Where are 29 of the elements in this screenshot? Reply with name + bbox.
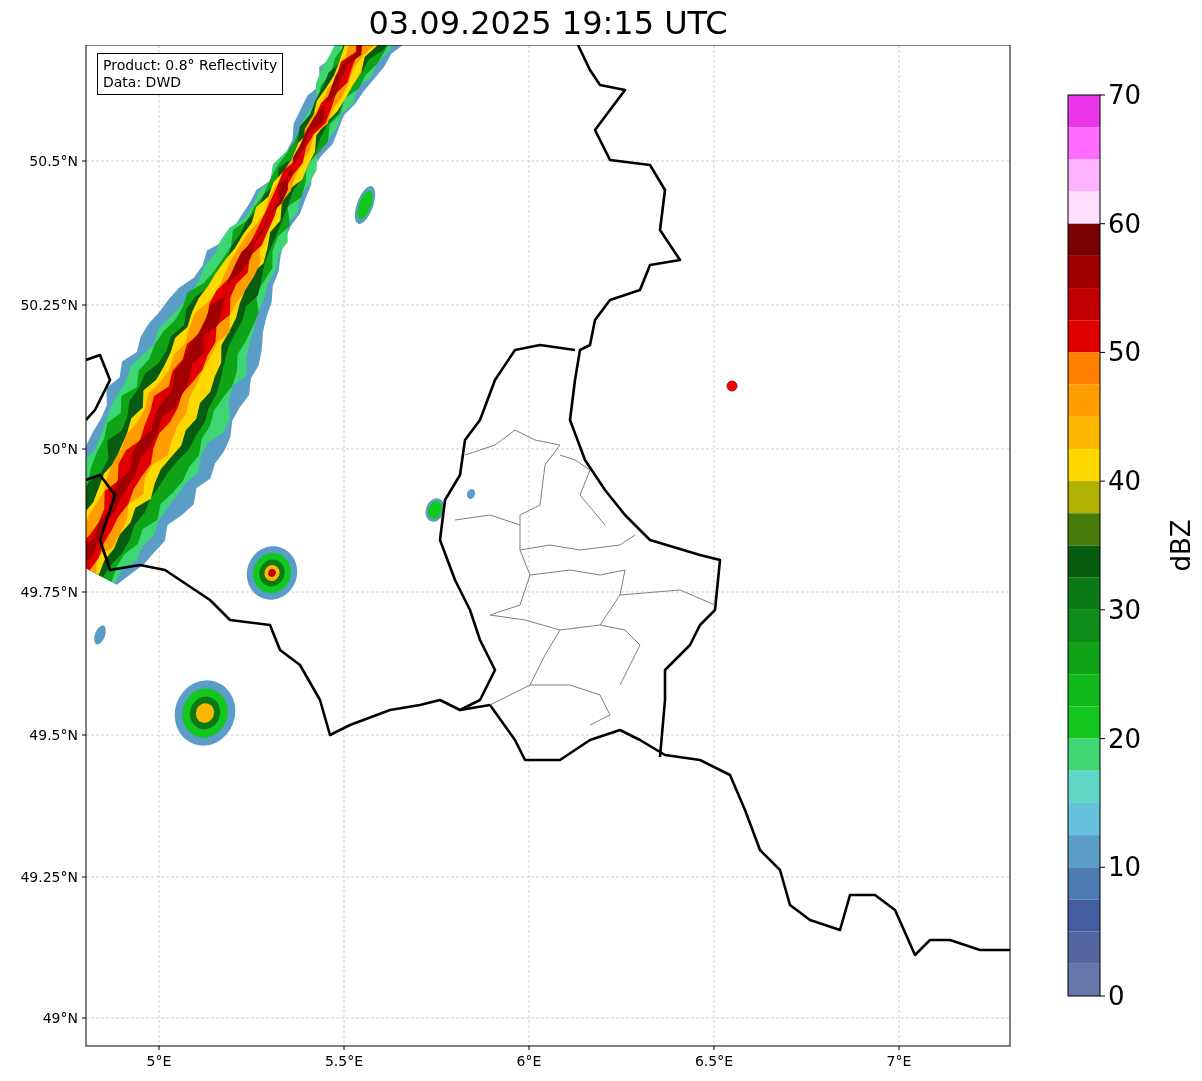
axis-tick-label: 50.5°N bbox=[29, 153, 78, 169]
location-marker bbox=[726, 380, 738, 392]
axis-tick-label: 5.5°E bbox=[324, 1053, 364, 1069]
chart-title: 03.09.2025 19:15 UTC bbox=[367, 2, 729, 44]
colorbar-tick-label: 20 bbox=[1108, 723, 1142, 754]
colorbar-tick-label: 40 bbox=[1108, 466, 1142, 497]
colorbar-tick-label: 70 bbox=[1108, 80, 1142, 110]
info-text: Product: 0.8° Reflectivity bbox=[103, 57, 278, 74]
colorbar-label: dBZ bbox=[1166, 519, 1196, 572]
colorbar-tick-label: 30 bbox=[1108, 594, 1142, 625]
colorbar-tick-label: 60 bbox=[1108, 208, 1142, 239]
radar-echo-drawing bbox=[174, 680, 236, 746]
axis-tick-label: 6.5°E bbox=[694, 1053, 734, 1069]
colorbar-tick-label: 10 bbox=[1108, 852, 1142, 883]
axis-tick-label: 6°E bbox=[516, 1053, 542, 1069]
radar-echo-drawing bbox=[425, 498, 445, 522]
axis-tick-label: 50°N bbox=[42, 441, 78, 457]
axis-tick-label: 49.75°N bbox=[20, 584, 78, 600]
colorbar-tick-label: 50 bbox=[1108, 337, 1142, 368]
axis-tick-label: 5°E bbox=[146, 1053, 172, 1069]
axis-tick-label: 49°N bbox=[42, 1010, 78, 1026]
axis-tick-label: 50.25°N bbox=[20, 297, 78, 313]
radar-echo-drawing bbox=[466, 489, 476, 499]
axis-tick-label: 7°E bbox=[886, 1053, 912, 1069]
radar-echo-drawing bbox=[94, 625, 106, 645]
colorbar-tick-label: 0 bbox=[1108, 981, 1125, 1011]
axis-tick-label: 49.25°N bbox=[20, 869, 78, 885]
axis-tick-label: 49.5°N bbox=[29, 727, 78, 743]
info-text: Data: DWD bbox=[103, 74, 182, 91]
